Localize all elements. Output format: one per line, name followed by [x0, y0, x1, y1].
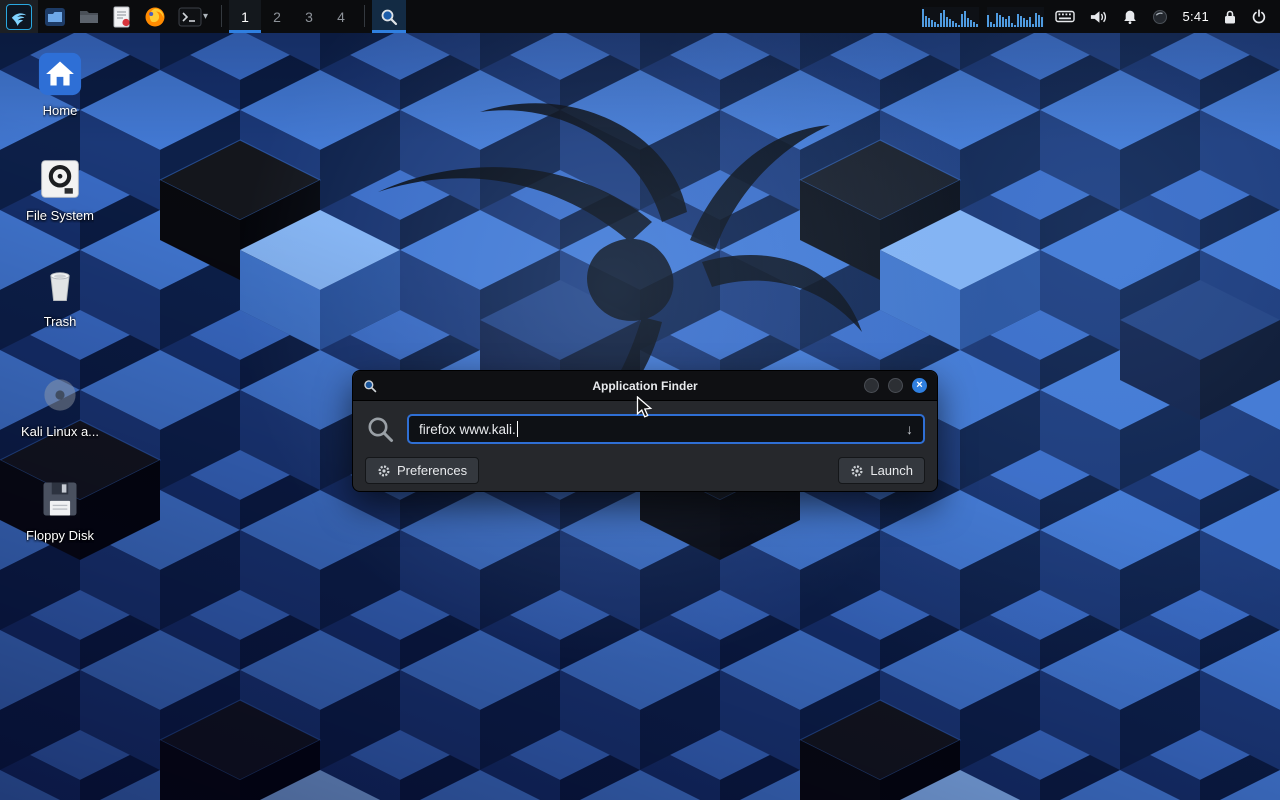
notifications-button[interactable] — [1115, 0, 1145, 33]
desktop-icon-home[interactable]: Home — [6, 50, 114, 118]
floppy-icon — [36, 475, 84, 523]
kali-logo-icon — [6, 4, 32, 30]
lock-icon — [1223, 9, 1237, 25]
chevron-down-icon: ▾ — [203, 11, 208, 22]
desktop-icon-label: Trash — [44, 314, 77, 329]
keyboard-indicator-button[interactable] — [1048, 0, 1082, 33]
desktop-icon-label: Home — [43, 103, 78, 118]
folder-icon — [78, 6, 100, 28]
dialog-body: firefox www.kali. ↓ Preferences Launch — [353, 401, 937, 491]
kali-disc-icon — [36, 371, 84, 419]
lock-screen-button[interactable] — [1216, 0, 1244, 33]
keyboard-icon — [1055, 10, 1075, 23]
text-editor-launcher[interactable] — [106, 0, 138, 33]
desktop-icon-filesystem[interactable]: File System — [6, 155, 114, 223]
file-manager-launcher[interactable] — [38, 0, 72, 33]
filesystem-icon — [36, 155, 84, 203]
network-graph[interactable] — [987, 7, 1044, 27]
workspace-button-2[interactable]: 2 — [261, 0, 293, 33]
clock-label: 5:41 — [1182, 9, 1209, 24]
volume-button[interactable] — [1082, 0, 1115, 33]
desktop-icon-label: Kali Linux a... — [21, 424, 99, 439]
panel-separator — [221, 5, 222, 27]
terminal-launcher[interactable]: ▾ — [172, 0, 214, 33]
desktop-icon-floppy[interactable]: Floppy Disk — [6, 475, 114, 543]
logout-button[interactable] — [1244, 0, 1274, 33]
folder-launcher[interactable] — [72, 0, 106, 33]
bell-icon — [1122, 9, 1138, 25]
desktop-icon-label: Floppy Disk — [26, 528, 94, 543]
close-button[interactable]: × — [912, 378, 927, 393]
text-editor-icon — [112, 6, 132, 28]
search-input-value: firefox www.kali. — [419, 422, 516, 437]
launch-button[interactable]: Launch — [838, 457, 925, 484]
terminal-icon — [178, 7, 202, 27]
desktop-icon-label: File System — [26, 208, 94, 223]
workspace-button-4[interactable]: 4 — [325, 0, 357, 33]
top-panel: ▾ 1 2 3 4 — [0, 0, 1280, 33]
search-icon — [365, 414, 395, 444]
text-caret — [517, 421, 518, 437]
launch-label: Launch — [870, 463, 913, 478]
desktop-icon-kali-docs[interactable]: Kali Linux a... — [6, 371, 114, 439]
window-title: Application Finder — [353, 379, 937, 393]
home-icon — [36, 50, 84, 98]
launch-gear-icon — [850, 464, 864, 478]
desktop-icon-trash[interactable]: Trash — [6, 261, 114, 329]
minimize-button[interactable] — [864, 378, 879, 393]
taskbar-appfinder-button[interactable] — [372, 0, 406, 33]
preferences-label: Preferences — [397, 463, 467, 478]
maximize-button[interactable] — [888, 378, 903, 393]
kali-menu-button[interactable] — [0, 0, 38, 33]
gear-icon — [377, 464, 391, 478]
entry-dropdown-arrow-icon[interactable]: ↓ — [904, 421, 915, 437]
firefox-launcher[interactable] — [138, 0, 172, 33]
power-icon — [1251, 9, 1267, 25]
firefox-icon — [144, 6, 166, 28]
workspace-button-1[interactable]: 1 — [229, 0, 261, 33]
panel-left: ▾ 1 2 3 4 — [0, 0, 406, 33]
application-finder-window: Application Finder × firefox www.kali. ↓ — [352, 370, 938, 492]
panel-right: 5:41 — [918, 0, 1280, 33]
workspace-switcher: 1 2 3 4 — [229, 0, 357, 33]
search-input[interactable]: firefox www.kali. ↓ — [407, 414, 925, 444]
status-tray-button[interactable] — [1145, 0, 1175, 33]
file-manager-icon — [44, 6, 66, 28]
panel-separator — [364, 5, 365, 27]
titlebar[interactable]: Application Finder × — [353, 371, 937, 401]
application-finder-icon — [380, 8, 398, 26]
cpu-graph[interactable] — [922, 7, 979, 27]
close-icon: × — [916, 380, 922, 391]
window-buttons: × — [864, 378, 927, 393]
trash-icon — [36, 261, 84, 309]
clock[interactable]: 5:41 — [1175, 0, 1216, 33]
status-tray-icon — [1152, 9, 1168, 25]
volume-icon — [1089, 9, 1108, 25]
workspace-button-3[interactable]: 3 — [293, 0, 325, 33]
preferences-button[interactable]: Preferences — [365, 457, 479, 484]
